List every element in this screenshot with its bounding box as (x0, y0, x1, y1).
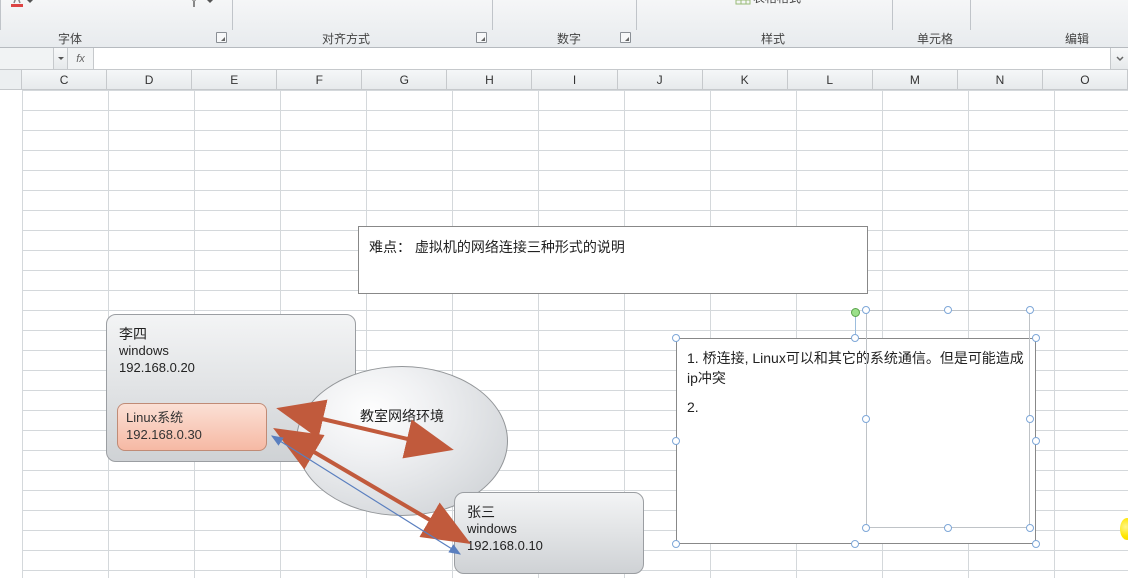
ribbon-group-alignment: 对齐方式 (306, 30, 386, 47)
column-header[interactable]: L (788, 70, 873, 89)
selection-handle[interactable] (1026, 415, 1034, 423)
ribbon-group-styles: 样式 (748, 30, 798, 47)
lisi-os: windows (119, 343, 343, 360)
column-header[interactable]: K (703, 70, 788, 89)
name-box[interactable] (0, 48, 68, 69)
inner-selected-shape[interactable] (866, 310, 1030, 528)
selection-handle[interactable] (1032, 540, 1040, 548)
selection-handle[interactable] (851, 334, 859, 342)
zhangsan-os: windows (467, 521, 631, 538)
selection-handle[interactable] (1026, 306, 1034, 314)
font-dialog-launcher[interactable] (216, 32, 227, 43)
column-header[interactable]: I (532, 70, 617, 89)
select-all-corner[interactable] (0, 70, 22, 90)
linux-title: Linux系统 (126, 410, 258, 427)
ribbon-group-cells: 单元格 (910, 30, 960, 47)
column-header[interactable]: M (873, 70, 958, 89)
selection-handle[interactable] (944, 306, 952, 314)
font-color-icon[interactable] (6, 0, 37, 12)
fx-label[interactable]: fx (68, 48, 94, 69)
pc-box-zhangsan[interactable]: 张三 windows 192.168.0.10 (454, 492, 644, 574)
selection-handle[interactable] (862, 306, 870, 314)
alignment-dialog-launcher[interactable] (476, 32, 487, 43)
column-header[interactable]: C (22, 70, 107, 89)
number-dialog-launcher[interactable] (620, 32, 631, 43)
zhangsan-name: 张三 (467, 503, 631, 521)
selection-handle[interactable] (862, 415, 870, 423)
column-header[interactable]: G (362, 70, 447, 89)
rotation-handle-icon[interactable] (851, 308, 860, 317)
table-icon (735, 0, 751, 5)
column-header[interactable]: F (277, 70, 362, 89)
column-header[interactable]: H (447, 70, 532, 89)
title-textbox[interactable]: 难点： 虚拟机的网络连接三种形式的说明 (358, 226, 868, 294)
linux-box[interactable]: Linux系统 192.168.0.30 (117, 403, 267, 451)
name-box-dropdown-icon[interactable] (53, 48, 67, 69)
table-format-label: 表格格式 (753, 0, 801, 6)
selection-handle[interactable] (862, 524, 870, 532)
formula-bar: fx (0, 48, 1128, 70)
formula-bar-expand-icon[interactable] (1110, 48, 1128, 69)
ribbon-group-editing: 编辑 (1052, 30, 1102, 47)
column-header[interactable]: O (1043, 70, 1128, 89)
table-format-button[interactable]: 表格格式 (732, 0, 813, 8)
column-header[interactable]: N (958, 70, 1043, 89)
column-headers: CDEFGHIJKLMNO (22, 70, 1128, 90)
formula-input[interactable] (94, 48, 1110, 69)
linux-ip: 192.168.0.30 (126, 427, 258, 444)
selection-handle[interactable] (1032, 334, 1040, 342)
column-header[interactable]: J (618, 70, 703, 89)
selection-handle[interactable] (1032, 437, 1040, 445)
selection-handle[interactable] (1026, 524, 1034, 532)
env-label: 教室网络环境 (360, 406, 444, 426)
zhangsan-ip: 192.168.0.10 (467, 538, 631, 555)
selection-handle[interactable] (672, 540, 680, 548)
title-text: 难点： 虚拟机的网络连接三种形式的说明 (369, 239, 625, 255)
worksheet[interactable]: CDEFGHIJKLMNO 难点： 虚拟机的网络连接三种形式的说明 李四 win… (0, 70, 1128, 578)
selection-handle[interactable] (672, 334, 680, 342)
format-brush-icon[interactable] (186, 0, 217, 12)
selection-handle[interactable] (944, 524, 952, 532)
ribbon-group-number: 数字 (544, 30, 594, 47)
selection-handle[interactable] (851, 540, 859, 548)
selection-handle[interactable] (672, 437, 680, 445)
column-header[interactable]: D (107, 70, 192, 89)
column-header[interactable]: E (192, 70, 277, 89)
ribbon-group-font: 字体 (40, 30, 100, 47)
ribbon: 字体 对齐方式 数字 样式 单元格 编辑 表格格式 (0, 0, 1128, 48)
lisi-ip: 192.168.0.20 (119, 360, 343, 377)
adjustment-handle-icon[interactable] (1120, 518, 1128, 540)
lisi-name: 李四 (119, 325, 343, 343)
